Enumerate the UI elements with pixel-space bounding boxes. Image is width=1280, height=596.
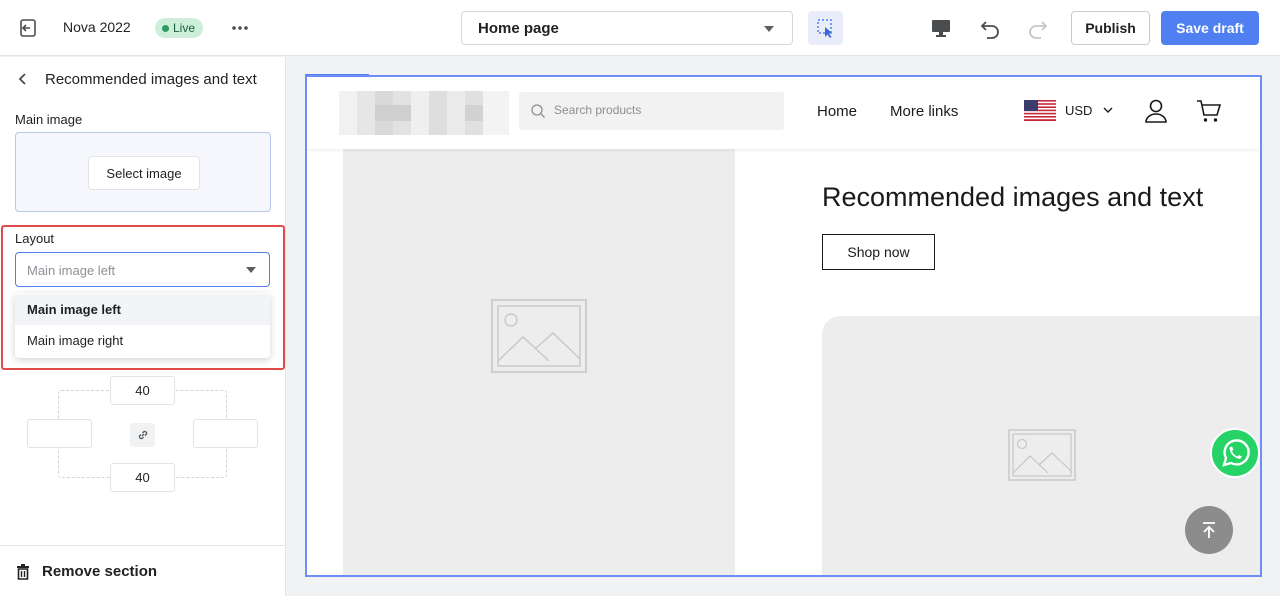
chevron-down-icon	[1103, 107, 1113, 113]
preview-section-title: Recommended images and text	[822, 182, 1204, 212]
caret-down-icon	[246, 267, 256, 273]
page-selector[interactable]: Home page	[461, 11, 793, 45]
remove-section-button[interactable]: Remove section	[42, 563, 157, 580]
link-padding-button[interactable]	[130, 423, 155, 447]
nav-link-more[interactable]: More links	[890, 103, 958, 120]
redo-icon[interactable]	[1026, 16, 1050, 40]
select-image-button[interactable]: Select image	[88, 156, 200, 190]
more-icon[interactable]	[229, 17, 251, 39]
layout-dropdown-menu: Main image left Main image right	[15, 293, 270, 358]
select-element-button[interactable]	[808, 11, 843, 45]
padding-right-input[interactable]	[193, 419, 258, 448]
caret-down-icon	[764, 26, 774, 32]
padding-top-input[interactable]: 40	[110, 376, 175, 405]
store-header: Search products Home More links USD	[307, 77, 1260, 149]
main-image-label: Main image	[15, 112, 83, 127]
store-preview: Search products Home More links USD Reco…	[305, 75, 1262, 577]
us-flag-icon[interactable]	[1024, 100, 1056, 121]
editor-topbar: Nova 2022 Live Home page Publish Save dr…	[0, 0, 1280, 56]
store-name: Nova 2022	[63, 19, 131, 35]
trash-icon[interactable]	[15, 563, 31, 581]
live-badge: Live	[155, 18, 204, 38]
save-draft-button[interactable]: Save draft	[1161, 11, 1259, 45]
sidebar-divider	[0, 545, 286, 546]
select-element-icon	[817, 19, 833, 38]
currency-selector[interactable]: USD	[1065, 103, 1092, 118]
live-dot-icon	[162, 24, 169, 32]
back-arrow-icon[interactable]	[15, 71, 31, 87]
store-logo[interactable]	[339, 91, 509, 135]
page-selector-label: Home page	[478, 20, 559, 37]
layout-option-right[interactable]: Main image right	[15, 325, 270, 356]
shop-now-button[interactable]: Shop now	[822, 234, 935, 270]
back-to-top-button[interactable]	[1185, 506, 1233, 554]
main-image-dropzone[interactable]: Select image	[15, 132, 271, 212]
exit-icon[interactable]	[18, 17, 40, 39]
search-icon	[531, 104, 545, 118]
layout-label: Layout	[15, 231, 55, 246]
main-image-placeholder[interactable]	[343, 149, 735, 575]
layout-select-value: Main image left	[27, 263, 116, 278]
layout-select[interactable]: Main image left	[15, 252, 270, 287]
nav-link-home[interactable]: Home	[817, 103, 857, 120]
section-settings-sidebar: Recommended images and text Main image S…	[0, 57, 286, 596]
live-badge-label: Live	[173, 21, 196, 35]
desktop-icon[interactable]	[929, 17, 953, 39]
search-input[interactable]: Search products	[519, 92, 784, 130]
section-title: Recommended images and text	[45, 71, 257, 88]
search-placeholder: Search products	[554, 103, 642, 117]
link-icon	[138, 430, 147, 440]
whatsapp-icon[interactable]	[1210, 428, 1260, 478]
image-placeholder-icon	[491, 299, 587, 373]
layout-option-left[interactable]: Main image left	[15, 294, 270, 325]
undo-icon[interactable]	[978, 16, 1002, 40]
account-icon[interactable]	[1144, 98, 1168, 124]
arrow-up-icon	[1203, 522, 1215, 538]
publish-button[interactable]: Publish	[1071, 11, 1150, 45]
padding-left-input[interactable]	[27, 419, 92, 448]
cart-icon[interactable]	[1196, 98, 1222, 124]
image-placeholder-icon	[1008, 429, 1076, 481]
padding-bottom-input[interactable]: 40	[110, 463, 175, 492]
